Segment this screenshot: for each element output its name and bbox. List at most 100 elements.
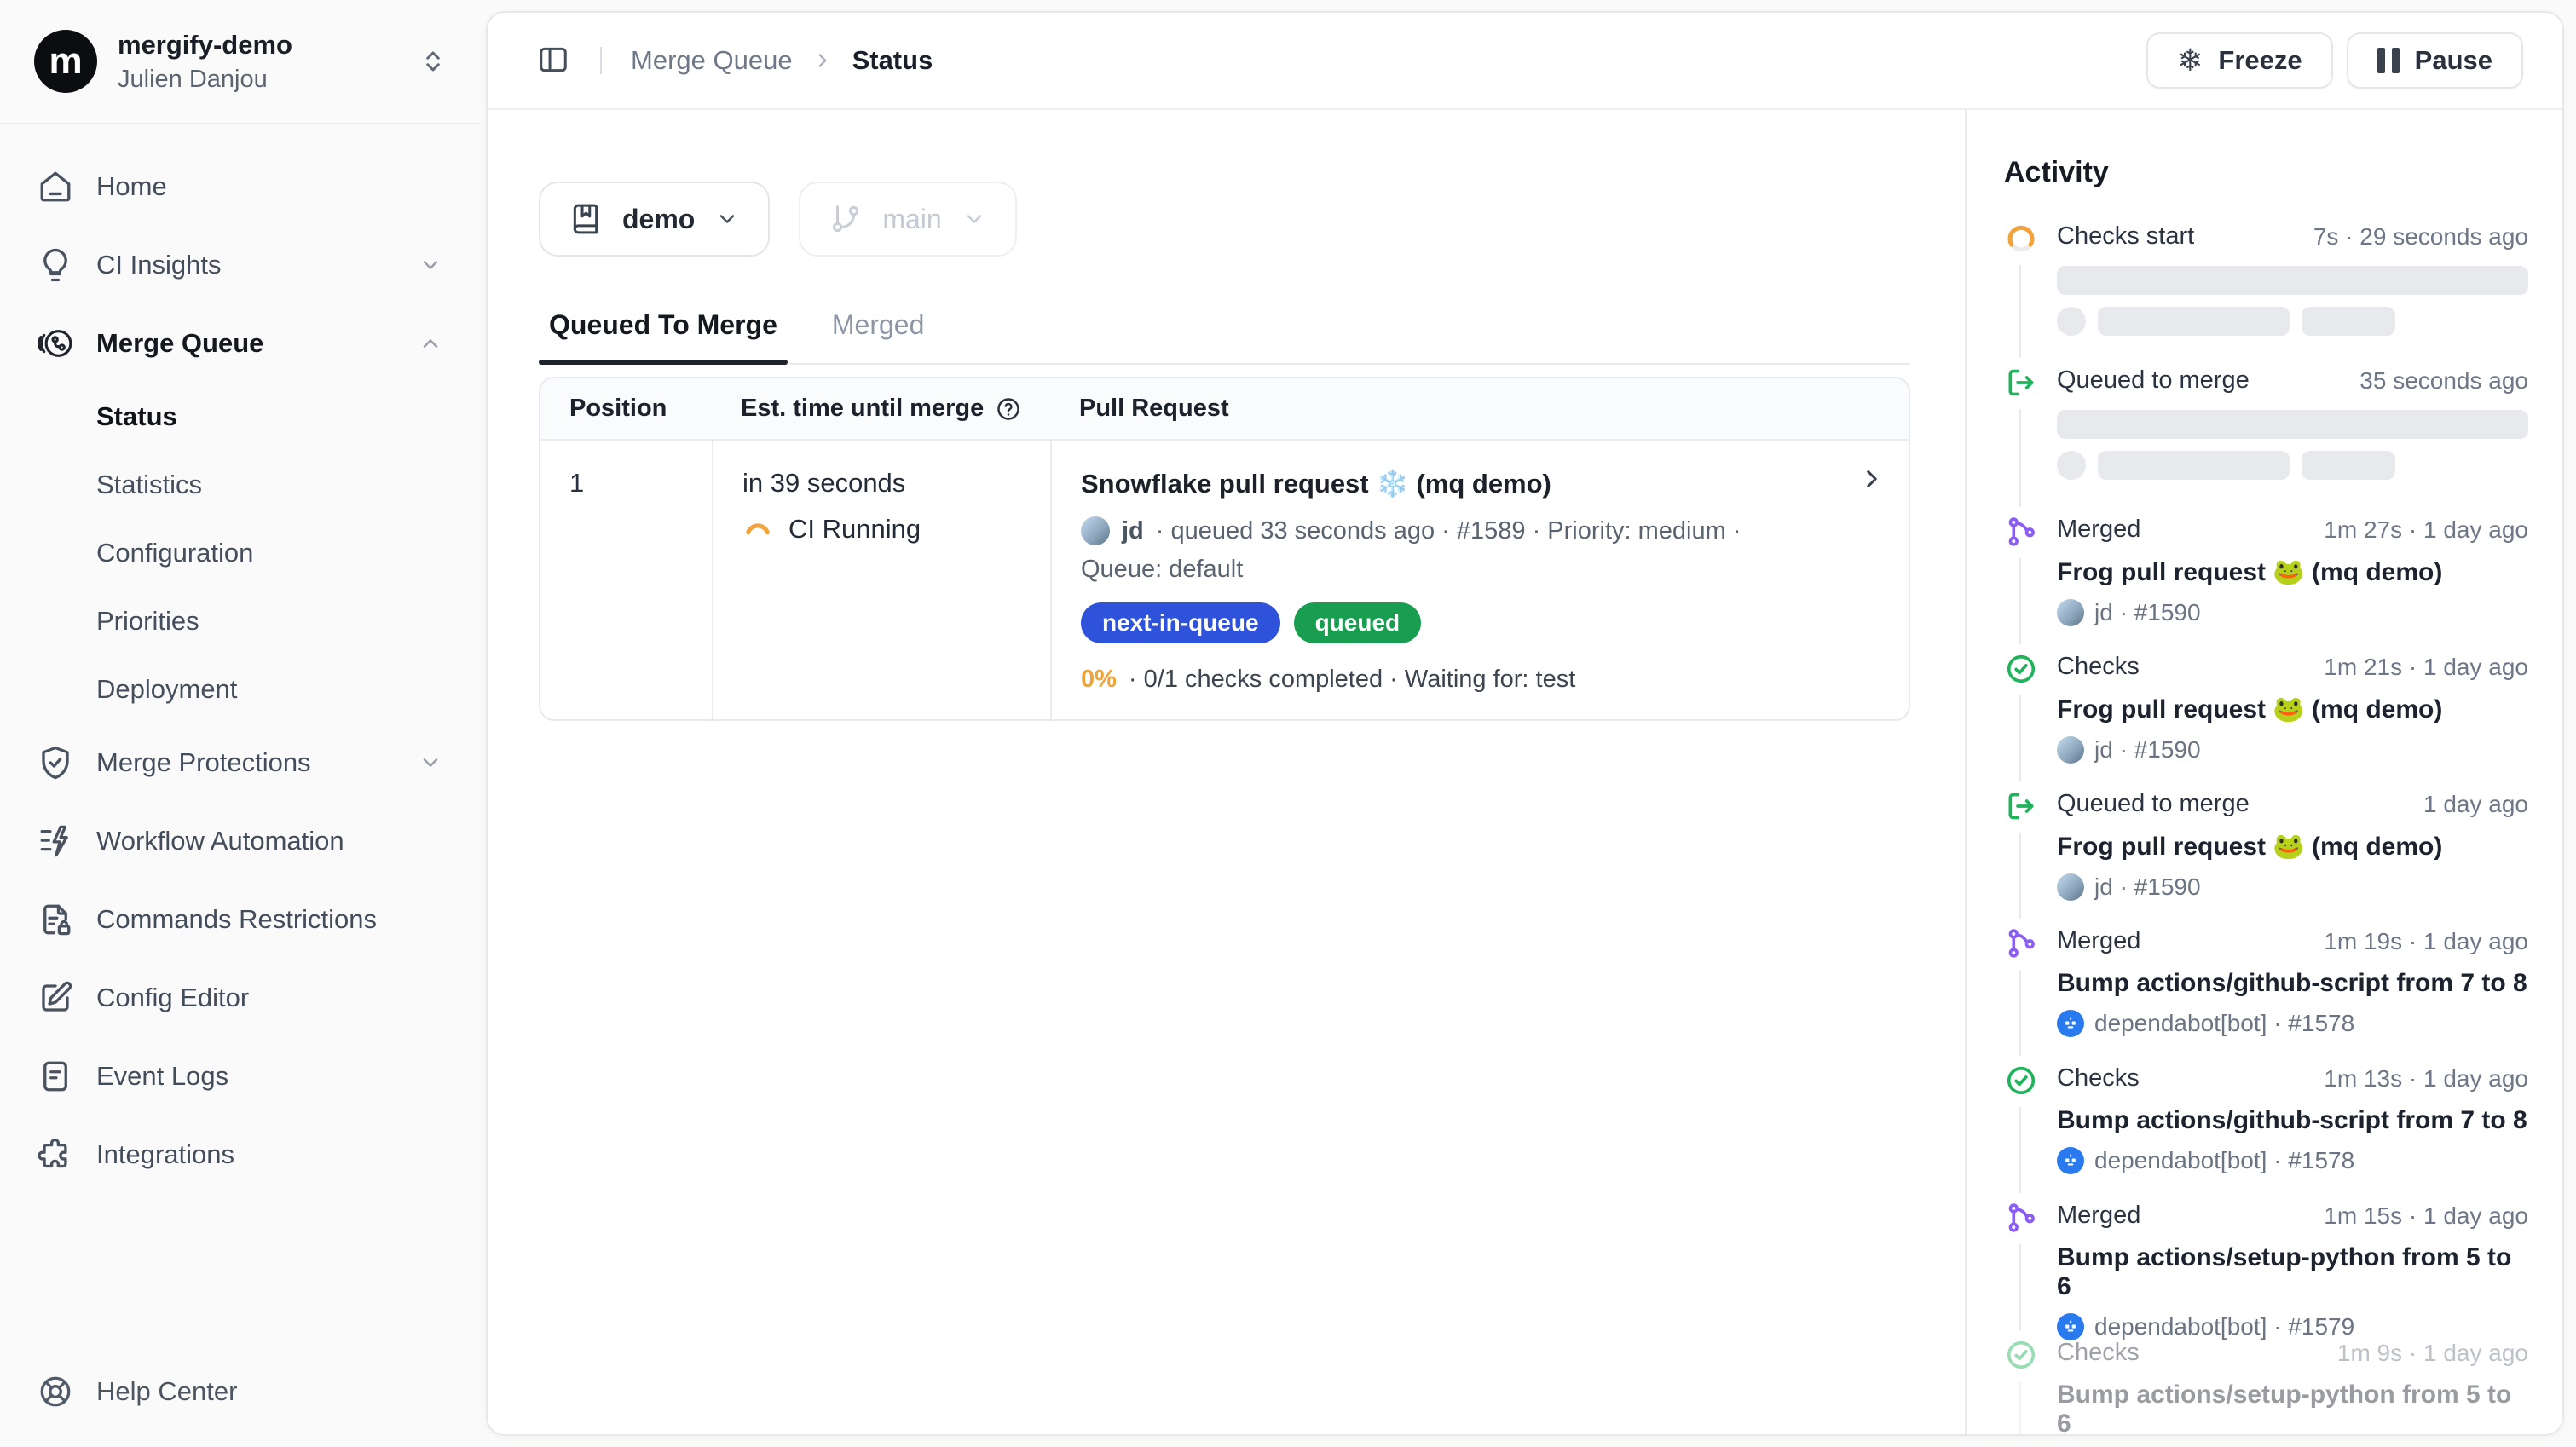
sidebar-item-merge-protections[interactable]: Merge Protections: [0, 724, 480, 802]
activity-item[interactable]: Queued to merge 1 day ago Frog pull requ…: [2004, 790, 2528, 901]
activity-item[interactable]: Checks 1m 21s · 1 day ago Frog pull requ…: [2004, 653, 2528, 764]
chevron-down-icon: [419, 253, 442, 277]
edit-pencil-icon: [38, 980, 73, 1016]
repo-select[interactable]: demo: [539, 182, 770, 257]
dependabot-avatar: [2057, 1010, 2084, 1037]
spinner-icon: [2004, 222, 2038, 336]
repo-select-value: demo: [622, 204, 695, 235]
pause-button[interactable]: Pause: [2347, 32, 2523, 89]
snowflake-icon: ❄: [2177, 45, 2203, 76]
chevron-down-icon: [962, 207, 986, 231]
help-center-label: Help Center: [96, 1376, 237, 1407]
activity-item[interactable]: Checks 1m 13s · 1 day ago Bump actions/g…: [2004, 1064, 2528, 1174]
activity-pr-title[interactable]: Bump actions/github-script from 7 to 8: [2057, 1106, 2528, 1135]
activity-item[interactable]: Merged 1m 15s · 1 day ago Bump actions/s…: [2004, 1202, 2528, 1340]
activity-label: Merged: [2057, 927, 2140, 955]
pr-title[interactable]: Snowflake pull request ❄️ (mq demo): [1081, 468, 1832, 499]
merge-queue-icon: [38, 326, 73, 361]
activity-time: 7s · 29 seconds ago: [2313, 223, 2528, 251]
activity-author: dependabot[bot] · #1579: [2094, 1313, 2354, 1340]
activity-time: 1 day ago: [2423, 791, 2528, 818]
branch-select[interactable]: main: [799, 182, 1016, 257]
tab-merged[interactable]: Merged: [822, 301, 935, 363]
sidebar-item-label: Commands Restrictions: [96, 904, 377, 935]
activity-pr-title[interactable]: Bump actions/github-script from 7 to 8: [2057, 969, 2528, 998]
chevron-down-icon: [715, 207, 739, 231]
ci-running-spinner-icon: [742, 514, 773, 545]
org-switcher[interactable]: m mergify-demo Julien Danjou: [0, 0, 480, 124]
sidebar-item-merge-queue[interactable]: Merge Queue: [0, 304, 480, 383]
freeze-label: Freeze: [2218, 45, 2302, 76]
activity-pr-title[interactable]: Bump actions/setup-python from 5 to 6: [2057, 1381, 2528, 1436]
breadcrumb-merge-queue[interactable]: Merge Queue: [631, 45, 793, 76]
shield-check-icon: [38, 745, 73, 781]
pr-author: jd: [1122, 517, 1144, 545]
skeleton-bar: [2302, 451, 2395, 480]
activity-pr-title[interactable]: Frog pull request 🐸 (mq demo): [2057, 695, 2528, 724]
activity-pr-title[interactable]: Bump actions/setup-python from 5 to 6: [2057, 1243, 2528, 1301]
git-merge-icon: [2004, 1202, 2038, 1340]
activity-item[interactable]: Merged 1m 27s · 1 day ago Frog pull requ…: [2004, 516, 2528, 626]
skeleton-bar: [2302, 307, 2395, 336]
activity-item: Checks start 7s · 29 seconds ago: [2004, 222, 2528, 336]
sidebar-item-label: Config Editor: [96, 983, 249, 1013]
activity-label: Checks: [2057, 1064, 2140, 1092]
dependabot-avatar: [2057, 1147, 2084, 1174]
sidebar-subitem-status[interactable]: Status: [0, 383, 480, 451]
sidebar-item-label: Home: [96, 171, 167, 202]
chevrons-up-down-icon[interactable]: [420, 49, 446, 74]
main-panel: Merge Queue Status ❄ Freeze Pause: [486, 11, 2564, 1436]
pause-label: Pause: [2415, 45, 2492, 76]
tab-queued-to-merge[interactable]: Queued To Merge: [539, 301, 788, 363]
sidebar-item-integrations[interactable]: Integrations: [0, 1116, 480, 1194]
activity-item[interactable]: Merged 1m 19s · 1 day ago Bump actions/g…: [2004, 927, 2528, 1037]
sidebar-nav: Home CI Insights Merge Queue: [0, 147, 480, 1194]
activity-label: Merged: [2057, 1202, 2140, 1230]
home-icon: [38, 169, 73, 205]
activity-item[interactable]: Checks 1m 9s · 1 day ago Bump actions/se…: [2004, 1339, 2528, 1436]
sidebar-subitem-priorities[interactable]: Priorities: [0, 587, 480, 655]
sidebar-subitem-statistics[interactable]: Statistics: [0, 451, 480, 519]
sidebar-toggle-icon[interactable]: [537, 43, 571, 78]
sidebar-item-label: Workflow Automation: [96, 826, 344, 856]
sidebar: m mergify-demo Julien Danjou Home CI Ins: [0, 0, 480, 1447]
activity-author: dependabot[bot] · #1578: [2094, 1010, 2354, 1037]
mergify-logo: m: [34, 30, 97, 93]
avatar: [1081, 516, 1110, 545]
activity-label: Queued to merge: [2057, 366, 2250, 395]
sidebar-subitem-configuration[interactable]: Configuration: [0, 519, 480, 587]
freeze-button[interactable]: ❄ Freeze: [2146, 32, 2332, 89]
ci-status-label: CI Running: [788, 514, 921, 545]
activity-time: 1m 13s · 1 day ago: [2324, 1065, 2528, 1092]
table-row[interactable]: 1 in 39 seconds CI Running: [540, 441, 1909, 719]
sidebar-item-home[interactable]: Home: [0, 147, 480, 226]
row-expand-chevron-icon[interactable]: [1857, 464, 1886, 493]
column-pull-request: Pull Request: [1050, 395, 1909, 423]
queue-main: demo main: [488, 110, 1965, 1436]
sidebar-subitem-deployment[interactable]: Deployment: [0, 655, 480, 724]
sidebar-item-commands-restrictions[interactable]: Commands Restrictions: [0, 880, 480, 959]
skeleton-avatar: [2057, 307, 2086, 336]
skeleton-avatar: [2057, 451, 2086, 480]
avatar: [2057, 736, 2084, 764]
activity-time: 35 seconds ago: [2359, 367, 2528, 395]
sidebar-item-event-logs[interactable]: Event Logs: [0, 1037, 480, 1116]
sidebar-item-config-editor[interactable]: Config Editor: [0, 959, 480, 1037]
sidebar-subitem-label: Statistics: [96, 470, 202, 500]
activity-pr-title[interactable]: Frog pull request 🐸 (mq demo): [2057, 557, 2528, 587]
check-circle-icon: [2004, 653, 2038, 764]
breadcrumb: Merge Queue Status: [631, 45, 933, 76]
sidebar-item-workflow-automation[interactable]: Workflow Automation: [0, 802, 480, 880]
activity-label: Checks start: [2057, 222, 2194, 251]
chevron-up-icon: [419, 331, 442, 355]
activity-label: Queued to merge: [2057, 790, 2250, 818]
position-value: 1: [569, 468, 584, 498]
help-center-link[interactable]: Help Center: [38, 1374, 237, 1410]
life-buoy-icon: [38, 1374, 73, 1410]
sidebar-item-ci-insights[interactable]: CI Insights: [0, 226, 480, 304]
avatar: [2057, 599, 2084, 626]
activity-pr-title[interactable]: Frog pull request 🐸 (mq demo): [2057, 832, 2528, 862]
badge-queued: queued: [1294, 602, 1422, 643]
help-circle-icon[interactable]: [996, 396, 1021, 422]
activity-panel: Activity Checks s: [1965, 110, 2562, 1436]
